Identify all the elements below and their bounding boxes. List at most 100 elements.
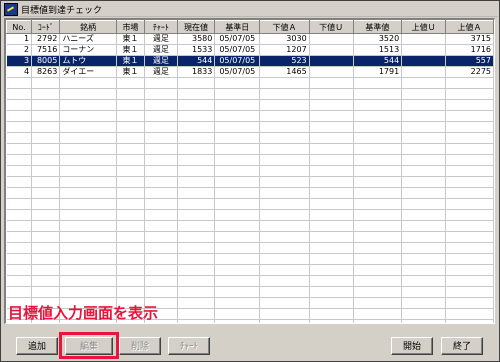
empty-row	[6, 110, 494, 122]
empty-cell	[116, 165, 145, 177]
delete-button[interactable]: 削除	[119, 337, 161, 355]
empty-cell	[177, 253, 216, 265]
empty-cell	[6, 242, 33, 254]
empty-cell	[401, 297, 447, 309]
table-cell: 1513	[353, 44, 403, 56]
empty-cell	[309, 220, 354, 232]
empty-cell	[353, 275, 403, 287]
empty-cell	[353, 154, 403, 166]
empty-cell	[445, 297, 494, 309]
empty-cell	[309, 187, 354, 199]
empty-cell	[31, 275, 61, 287]
empty-cell	[401, 187, 447, 199]
title-bar[interactable]: 目標値到達チェック	[2, 2, 498, 17]
empty-cell	[259, 110, 310, 122]
empty-cell	[309, 231, 354, 243]
table-cell: 2275	[445, 66, 494, 78]
empty-cell	[309, 88, 354, 100]
column-header[interactable]: 下値Ｕ	[308, 20, 354, 34]
empty-cell	[214, 121, 261, 133]
table-cell	[401, 66, 447, 78]
column-header[interactable]: 市場	[115, 20, 145, 34]
empty-row	[6, 176, 494, 188]
empty-cell	[259, 297, 310, 309]
empty-cell	[259, 231, 310, 243]
empty-cell	[116, 209, 145, 221]
empty-cell	[144, 187, 178, 199]
table-cell: 東１	[116, 44, 145, 56]
empty-cell	[401, 121, 447, 133]
chart-button[interactable]: ﾁｬｰﾄ	[168, 337, 210, 355]
table-row[interactable]: 1 2792 ハニーズ 東１ 週足 3580 05/07/05 3030 3520 3715	[6, 33, 494, 45]
empty-cell	[445, 308, 494, 320]
empty-cell	[144, 77, 178, 89]
table-cell: 2	[6, 44, 33, 56]
empty-cell	[259, 209, 310, 221]
empty-row	[6, 77, 494, 89]
empty-cell	[214, 99, 261, 111]
empty-cell	[445, 220, 494, 232]
table-row[interactable]: 4 8263 ダイエー 東１ 週足 1833 05/07/05 1465 1791 2275	[6, 66, 494, 78]
empty-cell	[214, 319, 261, 323]
empty-cell	[309, 253, 354, 265]
empty-cell	[59, 154, 117, 166]
table-cell: 週足	[144, 44, 178, 56]
column-header[interactable]: 上値Ａ	[445, 20, 494, 34]
table-cell: ダイエー	[59, 66, 117, 78]
empty-cell	[309, 165, 354, 177]
empty-cell	[59, 264, 117, 276]
exit-button[interactable]: 終了	[441, 337, 483, 355]
table-cell: 544	[177, 55, 216, 67]
empty-cell	[259, 220, 310, 232]
column-header[interactable]: 基準値	[352, 20, 403, 34]
empty-cell	[31, 132, 61, 144]
empty-cell	[353, 220, 403, 232]
column-header[interactable]: 上値Ｕ	[401, 20, 447, 34]
empty-cell	[177, 187, 216, 199]
empty-cell	[401, 88, 447, 100]
empty-cell	[401, 99, 447, 111]
empty-cell	[309, 143, 354, 155]
table-row[interactable]: 2 7516 コーナン 東１ 週足 1533 05/07/05 1207 1513 1716	[6, 44, 494, 56]
column-header[interactable]: ｺｰﾄﾞ	[31, 20, 61, 34]
annotation-label: 目標値入力画面を表示	[8, 304, 159, 322]
table-cell: 3030	[259, 33, 310, 45]
empty-cell	[259, 275, 310, 287]
empty-row	[6, 220, 494, 232]
add-button[interactable]: 追加	[16, 337, 58, 355]
column-header[interactable]: 現在値	[176, 20, 216, 34]
table-cell	[401, 44, 447, 56]
empty-cell	[353, 143, 403, 155]
column-header[interactable]: 基準日	[214, 20, 261, 34]
empty-cell	[31, 231, 61, 243]
table-cell: 8263	[31, 66, 61, 78]
table-cell: 週足	[144, 66, 178, 78]
empty-cell	[31, 110, 61, 122]
empty-cell	[401, 286, 447, 298]
empty-cell	[214, 176, 261, 188]
empty-cell	[177, 275, 216, 287]
empty-cell	[116, 121, 145, 133]
empty-cell	[259, 121, 310, 133]
table-row[interactable]: 3 8005 ムトウ 東１ 週足 544 05/07/05 523 544 557	[6, 55, 494, 67]
empty-row	[6, 154, 494, 166]
empty-cell	[116, 253, 145, 265]
empty-cell	[259, 253, 310, 265]
start-button[interactable]: 開始	[391, 337, 433, 355]
empty-cell	[59, 143, 117, 155]
empty-cell	[6, 187, 33, 199]
column-header[interactable]: 銘柄	[59, 20, 117, 34]
empty-cell	[177, 88, 216, 100]
empty-cell	[144, 110, 178, 122]
empty-cell	[59, 286, 117, 298]
data-grid[interactable]: No. ｺｰﾄﾞ 銘柄 市場 ﾁｬｰﾄ 現在値 基準日 下値Ａ 下値Ｕ 基準値 上値Ｕ 上値Ａ 1 27…	[4, 18, 495, 324]
column-header[interactable]: 下値Ａ	[259, 20, 310, 34]
empty-cell	[401, 176, 447, 188]
empty-cell	[353, 110, 403, 122]
column-header[interactable]: ﾁｬｰﾄ	[143, 20, 178, 34]
empty-cell	[31, 121, 61, 133]
column-header[interactable]: No.	[6, 20, 33, 34]
empty-cell	[59, 132, 117, 144]
app-icon[interactable]	[4, 2, 18, 16]
empty-cell	[116, 77, 145, 89]
